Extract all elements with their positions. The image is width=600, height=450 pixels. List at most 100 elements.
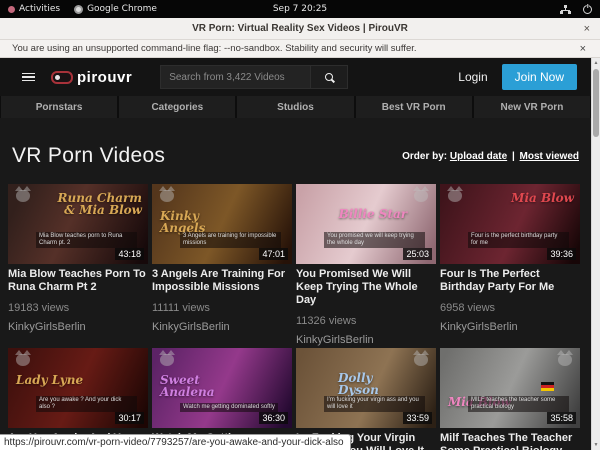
order-by-label: Order by: [402,151,447,162]
thumbnail-performer-text: Mia Blow [511,192,574,204]
thumbnail-caption: Four is the perfect birthday party for m… [468,232,569,248]
video-views: 6958 views [440,302,580,314]
scrollbar[interactable]: ▲ ▼ [591,58,600,450]
activities-button[interactable]: Activities [8,4,60,14]
video-title-link[interactable]: 3 Angels Are Training For Impossible Mis… [152,268,292,294]
studio-cat-mask-icon [448,190,462,202]
nav-item-categories[interactable]: Categories [119,96,235,118]
thumbnail-caption: I'm fucking your virgin ass and you will… [324,396,425,412]
scrollbar-thumb[interactable] [593,69,599,137]
video-thumbnail[interactable]: Kinky Angels 3 Angels are training for i… [152,184,292,264]
nav-item-pornstars[interactable]: Pornstars [1,96,117,118]
video-title-link[interactable]: Four Is The Perfect Birthday Party For M… [440,268,580,294]
status-bar-url: https://pirouvr.com/vr-porn-video/779325… [0,434,351,450]
video-card[interactable]: Mia Blow Four is the perfect birthday pa… [440,184,580,346]
scrollbar-up-arrow-icon[interactable]: ▲ [592,60,600,66]
chrome-taskbar-label: Google Chrome [87,4,157,14]
page-title: VR Porn Videos [12,144,165,168]
chrome-warning-bar: You are using an unsupported command-lin… [0,40,600,58]
video-duration-badge: 25:03 [403,248,432,260]
video-thumbnail[interactable]: Lady Lyne Are you awake ? And your dick … [8,348,148,428]
join-now-button[interactable]: Join Now [502,64,577,90]
thumbnail-caption: Are you awake ? And your dick also ? [36,396,137,412]
thumbnail-caption: Watch me getting dominated softly [180,403,278,412]
video-duration-badge: 30:17 [115,412,144,424]
studio-cat-mask-icon [160,190,174,202]
studio-cat-mask-icon [16,354,30,366]
thumbnail-caption: Mia Blow teaches porn to Runa Charm pt. … [36,232,137,248]
hamburger-menu-icon[interactable] [22,73,35,82]
video-duration-badge: 47:01 [259,248,288,260]
window-close-button[interactable]: × [584,23,590,35]
search-icon [325,73,333,81]
chrome-icon [74,5,83,14]
video-title-link[interactable]: You Promised We Will Keep Trying The Who… [296,268,436,307]
studio-cat-mask-icon [558,354,572,366]
site-logo[interactable]: pirouvr [51,69,132,86]
search-input[interactable] [160,65,310,89]
nav-item-best-vr-porn[interactable]: Best VR Porn [356,96,472,118]
video-card[interactable]: Billie Star You promised we will keep tr… [296,184,436,346]
search-box [160,65,348,89]
video-thumbnail[interactable]: Runa Charm & Mia Blow Mia Blow teaches p… [8,184,148,264]
studio-cat-mask-icon [414,354,428,366]
video-title-link[interactable]: Milf Teaches The Teacher Some Practical … [440,432,580,450]
studio-cat-mask-icon [160,354,174,366]
chrome-taskbar-item[interactable]: Google Chrome [74,4,157,14]
thumbnail-performer-text: Runa Charm & Mia Blow [55,192,142,216]
video-thumbnail[interactable]: Mia Blow Four is the perfect birthday pa… [440,184,580,264]
site-nav: Pornstars Categories Studios Best VR Por… [0,96,591,118]
thumbnail-performer-text: Kinky Angels [160,210,237,234]
thumbnail-caption: You promised we will keep trying the who… [324,232,425,248]
german-flag-icon [541,382,554,391]
thumbnail-performer-text: Billie Star [339,208,408,220]
thumbnail-caption: MILF teaches the teacher some practical … [468,396,569,412]
site-logo-text: pirouvr [77,69,132,86]
video-duration-badge: 33:59 [403,412,432,424]
order-most-viewed-link[interactable]: Most viewed [520,151,579,162]
video-views: 11326 views [296,315,436,327]
order-upload-date-link[interactable]: Upload date [450,151,507,162]
window-titlebar: VR Porn: Virtual Reality Sex Videos | Pi… [0,18,600,40]
video-duration-badge: 39:36 [547,248,576,260]
activities-dot-icon [8,6,15,13]
studio-cat-mask-icon [16,190,30,202]
activities-label: Activities [19,4,60,14]
nav-item-studios[interactable]: Studios [237,96,353,118]
video-duration-badge: 36:30 [259,412,288,424]
thumbnail-performer-text: Sweet Analena [160,374,237,398]
vr-goggles-icon [51,71,73,84]
studio-link[interactable]: KinkyGirlsBerlin [8,321,148,333]
thumbnail-performer-text: Dolly Dyson [338,372,408,396]
thumbnail-performer-text: Lady Lyne [16,374,83,386]
studio-link[interactable]: KinkyGirlsBerlin [440,321,580,333]
studio-link[interactable]: KinkyGirlsBerlin [296,334,436,346]
video-card[interactable]: Mia Blow MILF teaches the teacher some p… [440,348,580,450]
thumbnail-caption: 3 Angels are training for impossible mis… [180,232,281,248]
power-icon[interactable] [583,5,592,14]
video-card[interactable]: Kinky Angels 3 Angels are training for i… [152,184,292,346]
desktop-top-bar: Activities Google Chrome Sep 7 20:25 [0,0,600,18]
studio-cat-mask-icon [414,190,428,202]
video-thumbnail[interactable]: Sweet Analena Watch me getting dominated… [152,348,292,428]
warning-close-icon[interactable]: × [580,43,600,55]
login-link[interactable]: Login [458,70,487,84]
video-thumbnail[interactable]: Billie Star You promised we will keep tr… [296,184,436,264]
warning-text: You are using an unsupported command-lin… [0,43,417,54]
order-by: Order by: Upload date | Most viewed [402,151,579,162]
page-head: VR Porn Videos Order by: Upload date | M… [0,118,591,168]
video-card[interactable]: Runa Charm & Mia Blow Mia Blow teaches p… [8,184,148,346]
video-thumbnail[interactable]: Dolly Dyson I'm fucking your virgin ass … [296,348,436,428]
search-button[interactable] [310,65,348,89]
site-header: pirouvr Login Join Now [0,58,591,96]
video-views: 11111 views [152,302,292,314]
video-title-link[interactable]: Mia Blow Teaches Porn To Runa Charm Pt 2 [8,268,148,294]
nav-item-new-vr-porn[interactable]: New VR Porn [474,96,590,118]
order-separator: | [512,151,515,162]
video-thumbnail[interactable]: Mia Blow MILF teaches the teacher some p… [440,348,580,428]
webpage: pirouvr Login Join Now Pornstars Categor… [0,58,591,450]
network-icon[interactable] [560,5,571,14]
video-grid: Runa Charm & Mia Blow Mia Blow teaches p… [0,184,591,450]
scrollbar-down-arrow-icon[interactable]: ▼ [592,442,600,448]
studio-link[interactable]: KinkyGirlsBerlin [152,321,292,333]
